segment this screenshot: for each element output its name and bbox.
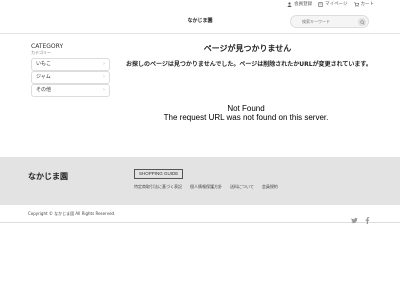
site-header: なかじま園 bbox=[0, 8, 400, 34]
footer-link-privacy[interactable]: 個人情報保護方針 bbox=[190, 184, 222, 190]
search-box bbox=[290, 15, 369, 28]
social-links bbox=[351, 209, 371, 228]
cart-icon bbox=[353, 1, 359, 7]
search-button[interactable] bbox=[358, 18, 366, 26]
category-item-jam[interactable]: ジャム › bbox=[31, 71, 110, 84]
footer-link-terms[interactable]: 会員規約 bbox=[262, 184, 278, 190]
top-utility-bar: 会員登録 マイページ カート bbox=[0, 0, 400, 8]
site-footer: なかじま園 SHOPPING GUIDE 特定商取引法に基づく表記 個人情報保護… bbox=[0, 157, 400, 205]
main-content: ページが見つかりません お探しのページは見つかりませんでした。ページは削除された… bbox=[120, 43, 375, 70]
cart-link[interactable]: カート bbox=[353, 1, 375, 7]
user-icon bbox=[287, 1, 292, 7]
search-icon bbox=[359, 19, 365, 25]
category-title: CATEGORY bbox=[31, 43, 64, 50]
chevron-right-icon: › bbox=[103, 87, 105, 93]
server-error: Not Found The request URL was not found … bbox=[120, 104, 372, 123]
chevron-right-icon: › bbox=[103, 74, 105, 80]
search-input[interactable] bbox=[291, 16, 355, 27]
page-title: ページが見つかりません bbox=[203, 44, 292, 53]
footer-links: 特定商取引法に基づく表記 個人情報保護方針 送料について 会員規約 bbox=[134, 184, 278, 190]
twitter-link[interactable] bbox=[351, 209, 358, 228]
footer-link-tokushoho[interactable]: 特定商取引法に基づく表記 bbox=[134, 184, 182, 190]
register-link[interactable]: 会員登録 bbox=[287, 1, 312, 7]
chevron-right-icon: › bbox=[103, 61, 105, 67]
facebook-link[interactable] bbox=[364, 209, 371, 228]
footer-logo[interactable]: なかじま園 bbox=[28, 171, 68, 182]
category-item-other[interactable]: その他 › bbox=[31, 84, 110, 97]
twitter-icon bbox=[351, 217, 358, 224]
category-item-label: その他 bbox=[36, 87, 52, 93]
register-label: 会員登録 bbox=[294, 2, 313, 7]
category-item-label: ジャム bbox=[36, 74, 51, 80]
mypage-label: マイページ bbox=[325, 2, 348, 7]
copyright-text: Copyright © なかじま園 All Rights Reserved. bbox=[28, 211, 116, 216]
facebook-icon bbox=[365, 217, 370, 224]
shopping-guide-heading: SHOPPING GUIDE bbox=[134, 169, 184, 179]
error-detail: The request URL was not found on this se… bbox=[163, 113, 329, 122]
category-sidebar: CATEGORY カテゴリー いもこ › ジャム › その他 › bbox=[31, 43, 110, 97]
copyright-bar: Copyright © なかじま園 All Rights Reserved. bbox=[0, 205, 400, 224]
mypage-link[interactable]: マイページ bbox=[318, 1, 348, 7]
category-item-label: いもこ bbox=[36, 61, 52, 67]
error-title: Not Found bbox=[227, 104, 265, 113]
not-found-message: お探しのページは見つかりませんでした。ページは削除されたかURLが変更されていま… bbox=[126, 61, 372, 68]
mypage-icon bbox=[318, 1, 323, 7]
category-item-imoko[interactable]: いもこ › bbox=[31, 58, 110, 71]
cart-label: カート bbox=[360, 2, 375, 7]
top-links: 会員登録 マイページ カート bbox=[287, 1, 374, 7]
category-subtitle: カテゴリー bbox=[31, 50, 51, 55]
footer-link-shipping[interactable]: 送料について bbox=[230, 184, 254, 190]
